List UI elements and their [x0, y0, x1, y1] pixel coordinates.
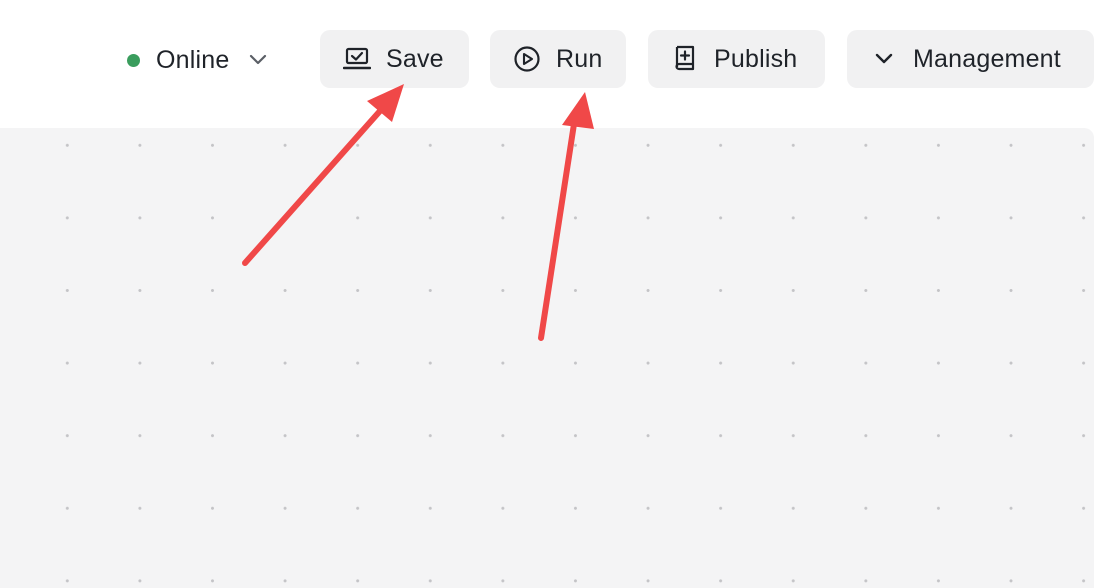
- status-label: Online: [156, 45, 230, 74]
- publish-button-label: Publish: [714, 44, 798, 73]
- workflow-editor: Online Save Run Publish Management: [0, 0, 1119, 588]
- publish-button[interactable]: Publish: [648, 30, 825, 88]
- chevron-down-icon: [869, 44, 899, 74]
- save-button[interactable]: Save: [320, 30, 469, 88]
- run-button[interactable]: Run: [490, 30, 626, 88]
- save-icon: [342, 44, 372, 74]
- chevron-down-icon: [249, 54, 267, 66]
- publish-icon: [670, 44, 700, 74]
- status-dropdown[interactable]: Online: [120, 38, 267, 82]
- management-button-label: Management: [913, 44, 1061, 73]
- workflow-canvas[interactable]: [0, 128, 1094, 588]
- save-button-label: Save: [386, 44, 444, 73]
- management-dropdown-button[interactable]: Management: [847, 30, 1094, 88]
- top-toolbar: Online Save Run Publish Management: [0, 0, 1119, 128]
- play-circle-icon: [512, 44, 542, 74]
- run-button-label: Run: [556, 44, 603, 73]
- online-status-dot: [127, 53, 140, 67]
